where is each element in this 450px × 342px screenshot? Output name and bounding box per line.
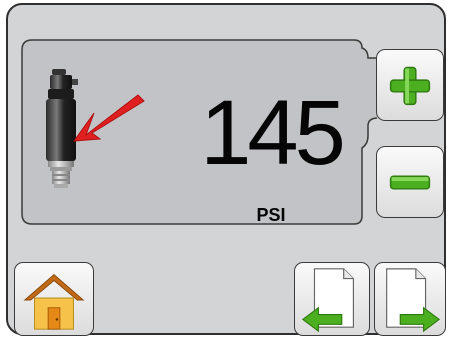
previous-page-button[interactable] [294, 262, 370, 336]
pressure-sensor-icon [34, 69, 154, 193]
pressure-value: 145 [200, 82, 346, 184]
device-screen: 145 PSI [6, 3, 446, 336]
next-page-button[interactable] [374, 262, 446, 336]
plus-icon [389, 66, 431, 106]
increase-button[interactable] [376, 49, 444, 121]
home-icon [23, 274, 85, 330]
next-page-icon [386, 268, 441, 333]
home-button[interactable] [14, 262, 94, 336]
minus-icon [389, 175, 431, 190]
previous-page-icon [301, 268, 354, 333]
decrease-button[interactable] [376, 146, 444, 218]
pressure-unit: PSI [256, 205, 286, 225]
